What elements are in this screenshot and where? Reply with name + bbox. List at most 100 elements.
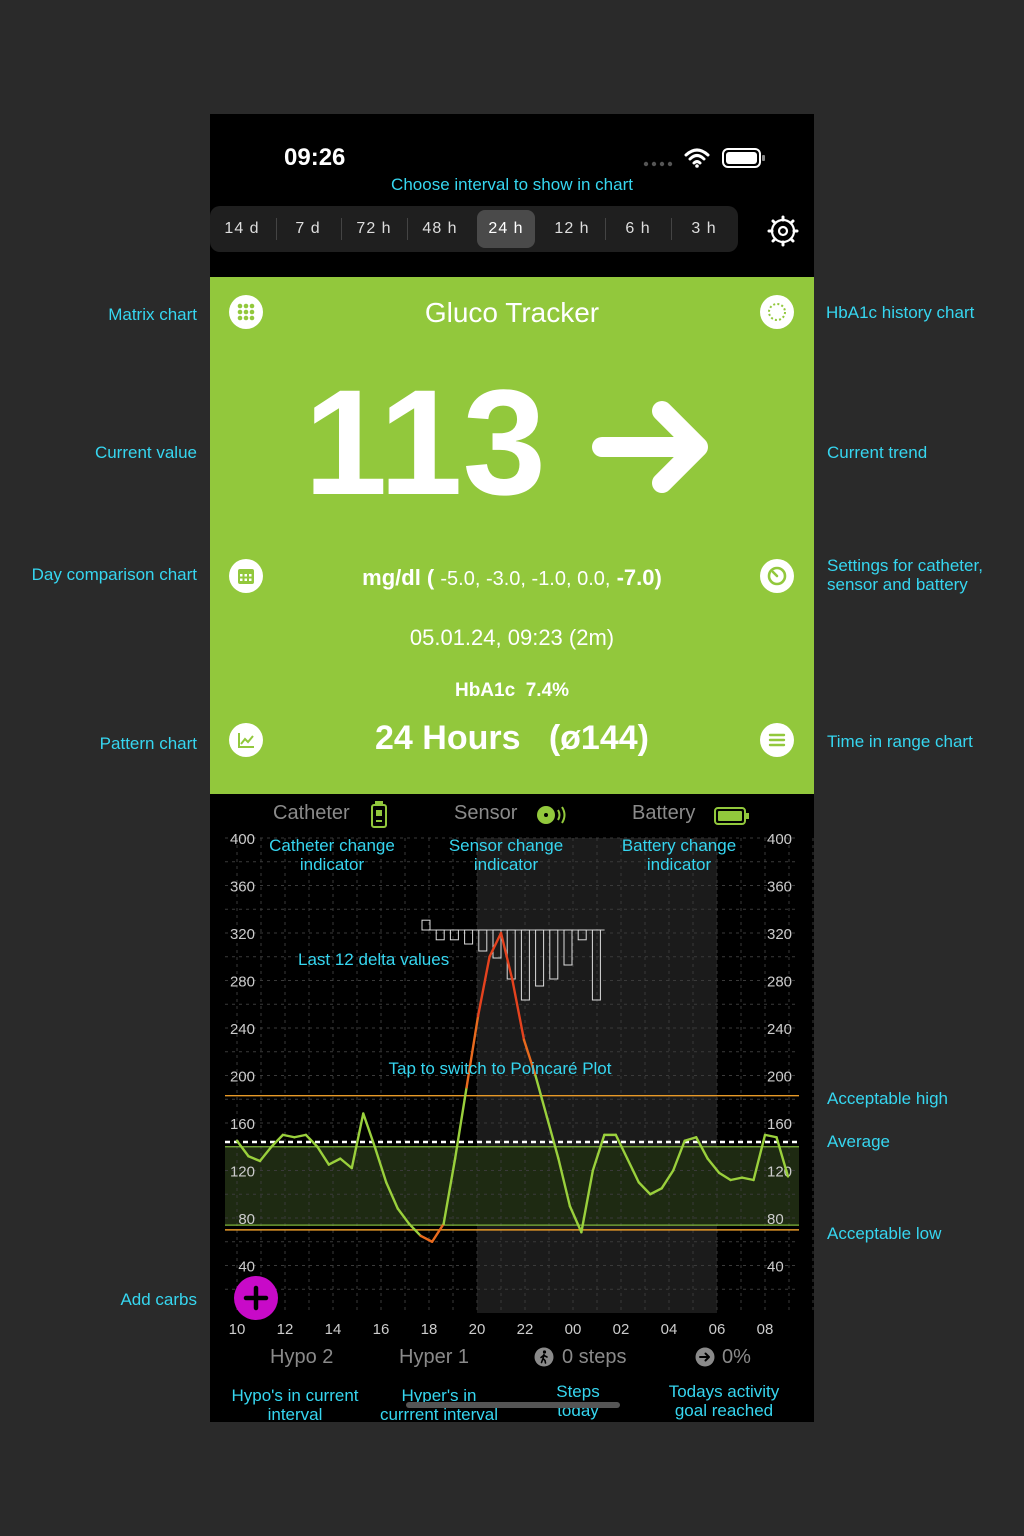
annotation-activity-2: goal reached (674, 1401, 774, 1420)
annotation-settings-1: Settings for catheter, (827, 556, 983, 575)
catheter-icon[interactable] (370, 800, 388, 830)
x-tick-label: 10 (229, 1321, 246, 1338)
catheter-label: Catheter (273, 802, 350, 824)
interval-24h[interactable]: 24 h (477, 210, 535, 248)
battery-icon[interactable] (714, 807, 750, 825)
y-tick-label: 40 (767, 1259, 784, 1276)
interval-48h[interactable]: 48 h (411, 210, 469, 248)
annotation-settings-2: sensor and battery (827, 575, 968, 594)
annotation-interval-hint: Choose interval to show in chart (391, 175, 633, 194)
delta-values: -5.0, -3.0, -1.0, 0.0, (440, 568, 611, 590)
walking-icon (534, 1347, 554, 1367)
signal-dots-icon (643, 161, 673, 167)
annotation-time-in-range: Time in range chart (827, 732, 973, 751)
grid-dots-icon (237, 303, 255, 321)
status-time: 09:26 (284, 144, 346, 171)
sensor-label: Sensor (454, 802, 518, 824)
glucose-chart[interactable]: 4003603202802402001601208040 40036032028… (210, 830, 814, 1350)
interval-14d[interactable]: 14 d (213, 210, 271, 248)
interval-selector: 14 d 7 d 72 h 48 h 24 h 12 h 6 h 3 h (210, 206, 738, 252)
annotation-hypos-2: interval (267, 1405, 323, 1422)
x-tick-label: 02 (613, 1321, 630, 1338)
last-delta: -7.0) (616, 565, 662, 590)
y-tick-label: 360 (230, 879, 255, 896)
hba1c-label: HbA1c (454, 680, 516, 701)
annotation-add-carbs: Add carbs (120, 1290, 197, 1309)
annotation-acceptable-low: Acceptable low (827, 1224, 942, 1243)
hba1c-history-button[interactable] (760, 295, 794, 329)
activity-percent: 0% (722, 1346, 751, 1368)
plus-icon (243, 1285, 269, 1311)
interval-3h[interactable]: 3 h (675, 210, 733, 248)
x-tick-label: 04 (661, 1321, 678, 1338)
app-title: Gluco Tracker (424, 297, 600, 328)
y-tick-label: 400 (230, 831, 255, 848)
wifi-icon (684, 148, 710, 168)
segment-divider (276, 218, 277, 240)
interval-6h[interactable]: 6 h (609, 210, 667, 248)
y-tick-label: 240 (230, 1021, 255, 1038)
y-tick-label: 360 (767, 879, 792, 896)
x-tick-label: 22 (517, 1321, 534, 1338)
interval-12h[interactable]: 12 h (543, 210, 601, 248)
annotation-acceptable-high: Acceptable high (827, 1089, 948, 1108)
annotation-matrix-chart: Matrix chart (108, 305, 197, 324)
x-tick-label: 14 (325, 1321, 342, 1338)
y-tick-label: 200 (230, 1069, 255, 1086)
y-tick-label: 160 (230, 1116, 255, 1133)
y-tick-label: 320 (230, 926, 255, 943)
annotation-hba1c-history: HbA1c history chart (826, 303, 975, 322)
x-tick-label: 18 (421, 1321, 438, 1338)
reading-timestamp: 05.01.24, 09:23 (2m) (409, 625, 615, 650)
unit-label: mg/dl ( (362, 565, 435, 590)
segment-divider (671, 218, 672, 240)
interval-label: 24 Hours (375, 719, 521, 757)
x-tick-label: 06 (709, 1321, 726, 1338)
annotation-pattern-chart: Pattern chart (99, 734, 197, 753)
settings-gear-icon[interactable] (767, 215, 799, 247)
annotation-battery-change-2: indicator (646, 855, 712, 874)
annotation-catheter-change-2: indicator (299, 855, 365, 874)
y-tick-label: 240 (767, 1021, 792, 1038)
interval-average: (ø144) (548, 719, 649, 757)
annotation-activity-1: Todays activity (668, 1382, 780, 1401)
dotted-circle-icon (768, 303, 786, 321)
y-tick-label: 320 (767, 926, 792, 943)
home-indicator (406, 1402, 620, 1408)
activity-arrow-icon (695, 1347, 715, 1367)
add-carbs-button[interactable] (234, 1276, 278, 1320)
steps-count: 0 steps (562, 1346, 627, 1368)
y-tick-label: 400 (767, 831, 792, 848)
device-status-row: Catheter Sensor Battery (210, 800, 814, 830)
x-tick-label: 00 (565, 1321, 582, 1338)
target-range-band (225, 1146, 799, 1226)
battery-label: Battery (632, 802, 696, 824)
annotation-catheter-change-1: Catheter change (269, 836, 395, 855)
interval-72h[interactable]: 72 h (345, 210, 403, 248)
matrix-chart-button[interactable] (229, 295, 263, 329)
current-reading-panel: Gluco Tracker 113 mg/dl (-5.0, -3.0, -1… (210, 277, 814, 794)
annotation-last-12-delta: Last 12 delta values (298, 950, 450, 969)
annotation-average: Average (827, 1132, 891, 1151)
hyper-count: Hyper 1 (399, 1346, 470, 1368)
battery-status-icon (722, 148, 765, 168)
x-tick-label: 08 (757, 1321, 774, 1338)
x-tick-label: 20 (469, 1321, 486, 1338)
annotation-battery-change-1: Battery change (621, 836, 737, 855)
interval-7d[interactable]: 7 d (279, 210, 337, 248)
sensor-icon[interactable] (535, 804, 569, 826)
current-value: 113 (304, 358, 546, 526)
annotation-tap-poincare: Tap to switch to Poincaré Plot (388, 1059, 612, 1078)
annotation-hypos-1: Hypo's in current (231, 1386, 359, 1405)
segment-divider (407, 218, 408, 240)
trend-arrow-right-icon (592, 401, 708, 493)
annotation-day-comparison: Day comparison chart (31, 565, 197, 584)
phone-screen: 09:26 Choose interval to show in chart 1… (210, 114, 814, 1422)
unit-and-deltas: mg/dl ( -5.0, -3.0, -1.0, 0.0, -7.0) (210, 565, 814, 591)
y-tick-label: 120 (230, 1164, 255, 1181)
annotation-sensor-change-1: Sensor change (448, 836, 564, 855)
x-tick-label: 16 (373, 1321, 390, 1338)
interval-summary: 24 Hours (ø144) (210, 719, 814, 758)
annotation-current-value: Current value (94, 443, 197, 462)
segment-divider (605, 218, 606, 240)
